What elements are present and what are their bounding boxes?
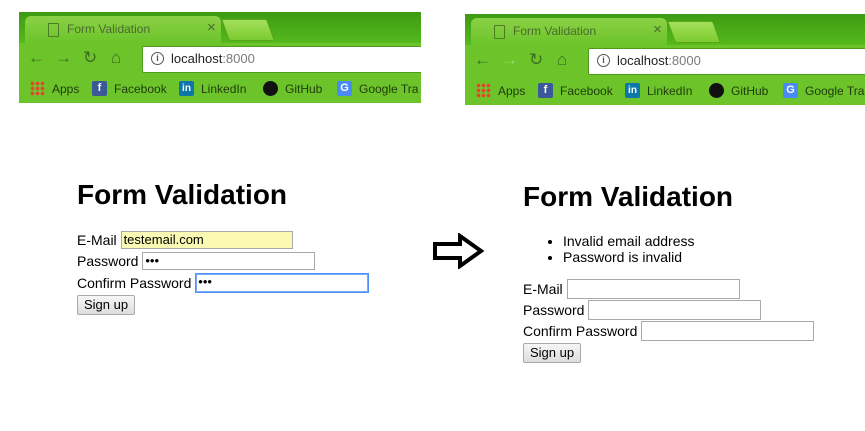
forward-icon[interactable]: → [501,50,518,70]
error-list: Invalid email address Password is invali… [523,233,695,265]
confirm-password-field[interactable]: ••• [195,273,370,293]
bookmark-facebook[interactable]: f Facebook [538,83,613,98]
home-icon[interactable]: ⌂ [111,48,121,68]
back-icon[interactable]: ← [474,50,491,70]
sign-up-button[interactable]: Sign up [523,343,582,363]
tab-strip: Form Validation × [465,14,865,45]
tab-title: Form Validation [513,24,597,38]
sign-up-button[interactable]: Sign up [77,295,136,315]
url-text: localhost:8000 [171,51,255,66]
page-title-after: Form Validation [523,181,734,212]
apps-grid-icon [476,83,491,98]
browser-chrome-after: Form Validation × ← → ↻ ⌂ i localhost:80… [465,14,865,105]
toolbar: ← → ↻ ⌂ i localhost:8000 [465,45,865,76]
email-field[interactable] [566,279,740,299]
email-field[interactable]: testemail.com [120,231,293,250]
email-label: E-Mail [77,232,117,249]
bookmark-linkedin[interactable]: in LinkedIn [179,81,246,96]
linkedin-icon: in [179,81,194,96]
github-icon [709,83,724,98]
bookmark-github[interactable]: GitHub [709,83,768,98]
toolbar: ← → ↻ ⌂ i localhost:8000 [19,43,421,74]
info-icon[interactable]: i [597,54,610,67]
email-row: E-Mail [523,279,740,299]
google-translate-icon: G [337,81,352,96]
close-icon[interactable]: × [207,19,216,36]
tab-form-validation[interactable]: Form Validation × [25,16,221,43]
password-row: Password [523,300,762,320]
document-icon [48,23,59,37]
linkedin-icon: in [625,83,640,98]
tab-form-validation[interactable]: Form Validation × [471,18,667,45]
bookmark-google-translate[interactable]: G Google Tra [783,83,864,98]
right-arrow-icon [433,233,485,269]
email-row: E-Mail testemail.com [77,231,293,251]
new-tab-button[interactable] [220,19,276,41]
info-icon[interactable]: i [151,52,164,65]
facebook-icon: f [92,81,107,96]
browser-chrome-before: Form Validation × ← → ↻ ⌂ i localhost:80… [19,12,421,103]
url-text: localhost:8000 [617,53,701,68]
apps-grid-icon [30,81,45,96]
password-label: Password [523,302,585,318]
password-field[interactable] [588,300,762,320]
confirm-password-row: Confirm Password [523,321,815,341]
tab-strip: Form Validation × [19,12,421,43]
bookmark-linkedin[interactable]: in LinkedIn [625,83,692,98]
github-icon [263,81,278,96]
bookmarks-bar: Apps f Facebook in LinkedIn GitHub G Google… [465,76,865,105]
tab-title: Form Validation [67,22,151,36]
email-label: E-Mail [523,281,563,297]
bookmark-facebook[interactable]: f Facebook [92,81,167,96]
bookmarks-bar: Apps f Facebook in LinkedIn GitHub G Google… [19,74,421,103]
new-tab-button[interactable] [666,21,722,43]
document-icon [494,25,505,39]
error-item: Password is invalid [563,249,695,265]
reload-icon[interactable]: ↻ [529,50,543,70]
password-row: Password ••• [77,252,316,272]
password-label: Password [77,253,139,270]
address-bar[interactable]: i localhost:8000 [588,48,865,75]
home-icon[interactable]: ⌂ [557,50,567,70]
facebook-icon: f [538,83,553,98]
back-icon[interactable]: ← [28,48,45,68]
password-field[interactable]: ••• [142,252,316,271]
address-bar[interactable]: i localhost:8000 [142,46,421,73]
forward-icon[interactable]: → [55,48,72,68]
confirm-password-label: Confirm Password [523,323,638,339]
bookmark-github[interactable]: GitHub [263,81,322,96]
reload-icon[interactable]: ↻ [83,48,97,68]
close-icon[interactable]: × [653,21,662,38]
google-translate-icon: G [783,83,798,98]
bookmark-google-translate[interactable]: G Google Tra [337,81,418,96]
bookmark-apps[interactable]: Apps [30,81,79,96]
error-item: Invalid email address [563,233,695,249]
bookmark-apps[interactable]: Apps [476,83,525,98]
confirm-password-label: Confirm Password [77,275,192,291]
confirm-password-row: Confirm Password ••• [77,273,370,293]
confirm-password-field[interactable] [641,321,815,341]
page-title-before: Form Validation [77,179,288,210]
